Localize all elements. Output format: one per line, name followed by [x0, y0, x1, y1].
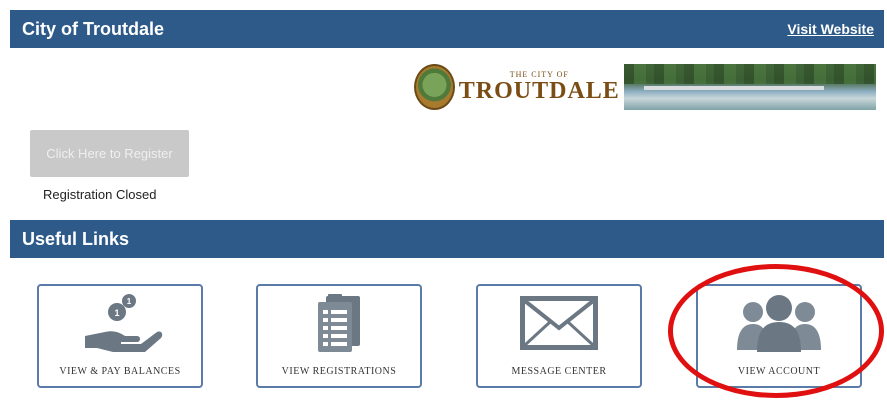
view-pay-balances-tile[interactable]: 1 1 VIEW & PAY BALANCES [37, 284, 203, 388]
visit-website-link[interactable]: Visit Website [787, 21, 874, 37]
register-button[interactable]: Click Here to Register [30, 130, 189, 177]
clipboard-list-icon [258, 292, 420, 354]
city-seal-logo [414, 64, 455, 110]
tile-label: VIEW REGISTRATIONS [281, 366, 397, 377]
registration-status: Registration Closed [43, 187, 157, 202]
tile-label: VIEW & PAY BALANCES [59, 366, 181, 377]
svg-text:1: 1 [114, 308, 119, 318]
tile-label: VIEW ACCOUNT [737, 366, 821, 377]
users-icon [698, 292, 860, 354]
river-bridge-photo [623, 64, 876, 110]
svg-text:1: 1 [127, 297, 132, 306]
site-title: City of Troutdale [22, 18, 165, 39]
message-center-tile[interactable]: MESSAGE CENTER [476, 284, 642, 388]
envelope-icon [478, 292, 640, 354]
hand-coins-icon: 1 1 [39, 292, 201, 354]
header-bar: City of Troutdale Visit Website [10, 10, 884, 48]
view-account-tile[interactable]: VIEW ACCOUNT [696, 284, 862, 388]
city-banner: THE CITY OF TROUTDALE [414, 62, 876, 112]
logo-big-text: TROUTDALE [458, 78, 620, 104]
useful-links-bar: Useful Links [10, 220, 884, 258]
tile-label: MESSAGE CENTER [511, 366, 607, 377]
city-logo-text: THE CITY OF TROUTDALE [458, 71, 620, 104]
useful-links-title: Useful Links [22, 228, 130, 249]
view-registrations-tile[interactable]: VIEW REGISTRATIONS [256, 284, 422, 388]
